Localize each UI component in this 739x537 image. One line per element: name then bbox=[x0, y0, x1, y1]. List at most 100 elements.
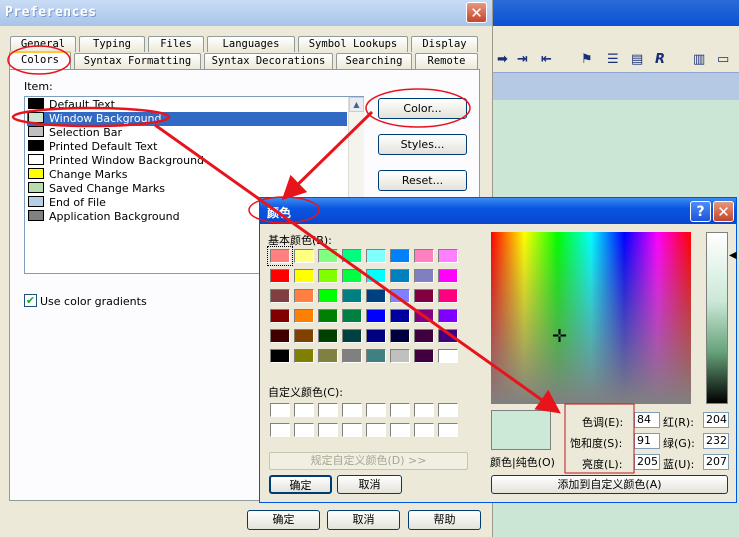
window-icon[interactable]: ▭ bbox=[717, 52, 729, 67]
custom-color-swatch[interactable] bbox=[366, 423, 386, 437]
bookmark-list-icon[interactable]: ☰ bbox=[607, 52, 619, 67]
basic-color-swatch[interactable] bbox=[294, 349, 314, 363]
basic-color-swatch[interactable] bbox=[318, 249, 338, 263]
color-ok-button[interactable]: 确定 bbox=[269, 475, 332, 494]
custom-color-swatch[interactable] bbox=[318, 423, 338, 437]
green-field[interactable]: 232 bbox=[703, 433, 729, 449]
basic-color-swatch[interactable] bbox=[267, 246, 293, 266]
basic-color-swatch[interactable] bbox=[438, 349, 458, 363]
custom-color-swatch[interactable] bbox=[318, 403, 338, 417]
color-dialog-close-button[interactable]: ✕ bbox=[713, 201, 734, 222]
hue-field[interactable]: 84 bbox=[634, 412, 660, 428]
list-item[interactable]: Default Text bbox=[27, 98, 347, 112]
basic-color-swatch[interactable] bbox=[270, 349, 290, 363]
pref-ok-button[interactable]: 确定 bbox=[247, 510, 320, 530]
color-cancel-button[interactable]: 取消 bbox=[337, 475, 402, 494]
basic-color-swatch[interactable] bbox=[390, 289, 410, 303]
custom-color-swatch[interactable] bbox=[390, 403, 410, 417]
saturation-field[interactable]: 91 bbox=[634, 433, 660, 449]
basic-color-swatch[interactable] bbox=[390, 349, 410, 363]
book-icon[interactable]: ▤ bbox=[631, 52, 643, 67]
list-item[interactable]: Selection Bar bbox=[27, 126, 347, 140]
indent-icon[interactable]: ⇥ bbox=[517, 52, 528, 67]
tab-display[interactable]: Display bbox=[411, 36, 478, 52]
list-item[interactable]: Change Marks bbox=[27, 168, 347, 182]
basic-color-swatch[interactable] bbox=[414, 249, 434, 263]
bookmark-icon[interactable]: ⚑ bbox=[581, 52, 593, 67]
custom-color-swatch[interactable] bbox=[342, 403, 362, 417]
basic-color-swatch[interactable] bbox=[294, 269, 314, 283]
list-item[interactable]: Printed Default Text bbox=[27, 140, 347, 154]
pref-help-button[interactable]: 帮助 bbox=[408, 510, 481, 530]
basic-color-swatch[interactable] bbox=[318, 289, 338, 303]
tab-syntax-formatting[interactable]: Syntax Formatting bbox=[74, 53, 201, 69]
basic-color-swatch[interactable] bbox=[318, 269, 338, 283]
basic-color-swatch[interactable] bbox=[294, 289, 314, 303]
basic-color-swatch[interactable] bbox=[438, 269, 458, 283]
luminance-pointer-icon[interactable]: ◀ bbox=[729, 251, 737, 261]
tab-files[interactable]: Files bbox=[148, 36, 204, 52]
basic-color-swatch[interactable] bbox=[414, 269, 434, 283]
help-button[interactable]: ? bbox=[690, 201, 711, 222]
basic-color-swatch[interactable] bbox=[366, 329, 386, 343]
color-button[interactable]: Color... bbox=[378, 98, 467, 119]
basic-color-swatch[interactable] bbox=[414, 329, 434, 343]
pref-cancel-button[interactable]: 取消 bbox=[327, 510, 400, 530]
list-item[interactable]: Saved Change Marks bbox=[27, 182, 347, 196]
preferences-close-button[interactable]: ✕ bbox=[466, 2, 487, 23]
color-spectrum[interactable]: ✛ bbox=[491, 232, 691, 404]
define-custom-colors-button[interactable]: 规定自定义颜色(D) >> bbox=[269, 452, 468, 470]
basic-color-swatch[interactable] bbox=[342, 309, 362, 323]
tab-searching[interactable]: Searching bbox=[336, 53, 412, 69]
basic-color-swatch[interactable] bbox=[342, 289, 362, 303]
basic-color-swatch[interactable] bbox=[294, 249, 314, 263]
basic-color-swatch[interactable] bbox=[366, 289, 386, 303]
basic-color-swatch[interactable] bbox=[438, 329, 458, 343]
split-window-icon[interactable]: ▥ bbox=[693, 52, 705, 67]
basic-color-swatch[interactable] bbox=[414, 349, 434, 363]
custom-color-swatch[interactable] bbox=[294, 423, 314, 437]
custom-color-swatch[interactable] bbox=[414, 423, 434, 437]
basic-color-swatch[interactable] bbox=[294, 329, 314, 343]
basic-color-swatch[interactable] bbox=[414, 289, 434, 303]
add-to-custom-colors-button[interactable]: 添加到自定义颜色(A) bbox=[491, 475, 728, 494]
tab-remote[interactable]: Remote bbox=[415, 53, 478, 69]
styles-button[interactable]: Styles... bbox=[378, 134, 467, 155]
custom-color-swatch[interactable] bbox=[390, 423, 410, 437]
basic-color-swatch[interactable] bbox=[294, 309, 314, 323]
custom-color-swatch[interactable] bbox=[270, 423, 290, 437]
basic-color-swatch[interactable] bbox=[270, 269, 290, 283]
tab-symbol-lookups[interactable]: Symbol Lookups bbox=[298, 36, 408, 52]
basic-color-swatch[interactable] bbox=[366, 269, 386, 283]
gradients-checkbox[interactable]: ✔ bbox=[24, 294, 37, 307]
basic-color-swatch[interactable] bbox=[390, 249, 410, 263]
red-field[interactable]: 204 bbox=[703, 412, 729, 428]
blue-field[interactable]: 207 bbox=[703, 454, 729, 470]
custom-color-swatch[interactable] bbox=[270, 403, 290, 417]
custom-color-swatch[interactable] bbox=[294, 403, 314, 417]
outdent-icon[interactable]: ⇤ bbox=[541, 52, 552, 67]
tab-general[interactable]: General bbox=[10, 36, 76, 52]
list-item[interactable]: Printed Window Background bbox=[27, 154, 347, 168]
basic-color-swatch[interactable] bbox=[438, 309, 458, 323]
basic-color-swatch[interactable] bbox=[270, 289, 290, 303]
list-item[interactable]: Window Background bbox=[27, 112, 347, 126]
basic-color-swatch[interactable] bbox=[270, 309, 290, 323]
basic-color-swatch[interactable] bbox=[390, 329, 410, 343]
basic-color-swatch[interactable] bbox=[318, 349, 338, 363]
basic-color-swatch[interactable] bbox=[366, 249, 386, 263]
tab-syntax-decorations[interactable]: Syntax Decorations bbox=[204, 53, 333, 69]
basic-color-swatch[interactable] bbox=[366, 309, 386, 323]
scroll-up-icon[interactable]: ▲ bbox=[349, 97, 364, 112]
tab-colors[interactable]: Colors bbox=[9, 51, 71, 70]
basic-color-swatch[interactable] bbox=[414, 309, 434, 323]
custom-color-swatch[interactable] bbox=[438, 403, 458, 417]
basic-color-swatch[interactable] bbox=[390, 309, 410, 323]
custom-color-swatch[interactable] bbox=[342, 423, 362, 437]
reset-button[interactable]: Reset... bbox=[378, 170, 467, 191]
basic-color-swatch[interactable] bbox=[366, 349, 386, 363]
tab-typing[interactable]: Typing bbox=[79, 36, 145, 52]
reference-icon[interactable]: R bbox=[655, 52, 665, 67]
basic-color-swatch[interactable] bbox=[342, 269, 362, 283]
luminance-bar[interactable] bbox=[706, 232, 728, 404]
